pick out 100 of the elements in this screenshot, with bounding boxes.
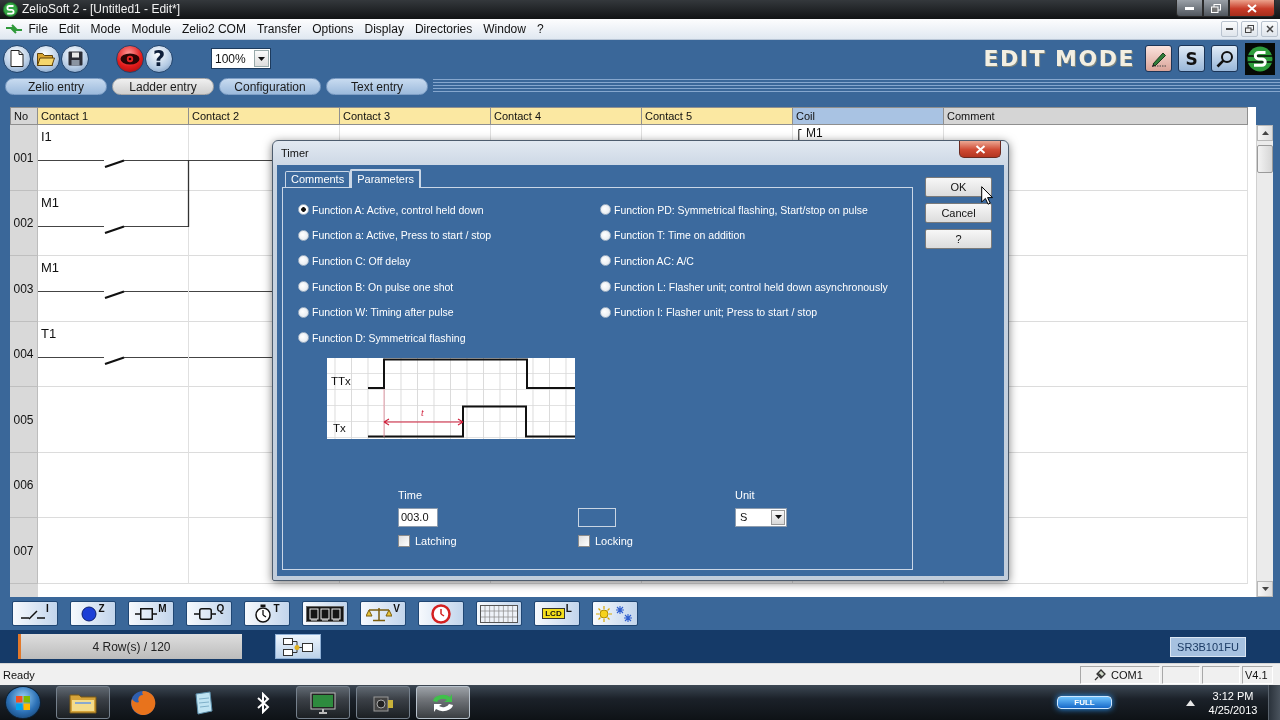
dialog-tab[interactable]: Comments [285,171,351,187]
radio-button[interactable] [600,204,611,216]
ladder-cell[interactable] [38,453,189,518]
module-button[interactable] [275,634,321,659]
row-number: 007 [13,543,34,558]
taskbar-app[interactable] [56,686,110,719]
entry-tab[interactable]: Ladder entry [112,78,214,95]
new-button[interactable] [3,44,31,73]
dialog-button[interactable]: OK [925,177,992,197]
scroll-up-button[interactable] [1257,125,1273,141]
arrow-up-icon [1261,131,1269,135]
checkbox-label: Locking [595,535,633,548]
close-icon [1247,3,1257,13]
field-label: Unit [735,488,756,503]
column-header: Contact 5 [642,107,793,125]
checkbox-label: Latching [415,535,457,548]
palette-button[interactable]: LCD L [534,601,580,626]
minimize-icon [1185,6,1194,10]
radio-button[interactable] [600,306,611,318]
dialog-tab[interactable]: Parameters [350,169,422,188]
palette-button[interactable]: I [12,601,58,626]
ladder-cell[interactable] [38,518,189,584]
dialog-button[interactable]: ? [925,229,992,249]
row-number: 006 [13,478,34,492]
dialog-button[interactable]: Cancel [925,203,992,223]
plug-icon [1093,667,1107,682]
palette-button[interactable] [476,601,522,626]
palette-button[interactable]: Q [186,601,232,626]
monitor-button[interactable] [116,44,144,73]
entry-tab[interactable]: Text entry [326,78,428,95]
menu-item[interactable]: Mode [85,19,127,39]
contact-label: M1 [41,260,60,275]
radio-button[interactable] [298,255,309,267]
palette-button[interactable]: T [244,601,290,626]
logo-icon [1245,42,1275,75]
menu-item[interactable]: Window [477,19,532,39]
option-label: Function W: Timing after pulse [312,306,454,319]
zoom-dropdown[interactable]: 100% [211,48,271,69]
menu-item[interactable]: File [23,19,54,39]
entry-tab[interactable]: Configuration [219,78,321,95]
column-header: Contact 4 [491,107,642,125]
balance-scale-icon [366,605,393,622]
minimize-button[interactable] [1176,0,1203,17]
radio-button[interactable] [298,332,309,344]
radio-button[interactable] [600,255,611,267]
menu-item[interactable]: Module [126,19,177,39]
menu-item[interactable]: Display [359,19,410,39]
radio-button[interactable] [600,229,611,241]
menu-item[interactable]: Options [306,19,360,39]
scroll-down-button[interactable] [1257,581,1273,597]
taskbar-app[interactable] [356,686,410,719]
radio-button[interactable] [298,204,309,216]
palette-button[interactable]: V [360,601,406,626]
radio-button[interactable] [298,306,309,318]
network-icon [283,636,313,657]
start-button[interactable] [5,686,41,719]
clock-date: 4/25/2013 [1208,702,1258,717]
palette-button[interactable]: Z [70,601,116,626]
restore-icon [1245,25,1254,33]
restore-button[interactable] [1241,21,1258,37]
radio-button[interactable] [298,229,309,241]
taskbar-app[interactable] [416,686,470,719]
status-panel [1202,665,1240,684]
option-label: Function PD: Symmetrical flashing, Start/stop on pulse [614,203,868,216]
save-button[interactable] [61,44,89,73]
palette-button[interactable] [418,601,464,626]
entry-tab[interactable]: Zelio entry [5,78,107,95]
caret-down-icon [258,56,265,61]
caret-up-icon[interactable] [1186,699,1195,706]
unit-dropdown[interactable]: S [735,507,787,527]
menu-item[interactable]: Directories [409,19,478,39]
row-number: 003 [13,281,34,296]
checkbox[interactable] [398,535,410,548]
time-field[interactable]: 003.0 [398,507,438,527]
radio-button[interactable] [600,281,611,293]
coil-label: M1 [806,126,823,140]
open-button[interactable] [32,44,60,73]
radio-button[interactable] [298,281,309,293]
row-number: 005 [13,412,34,427]
close-button[interactable] [959,141,1001,158]
menu-item[interactable]: ? [531,19,550,39]
palette-button[interactable]: M [128,601,174,626]
palette-button[interactable] [592,601,638,626]
close-button[interactable] [1229,0,1275,17]
menu-item[interactable]: Edit [53,19,86,39]
arrows-icon [5,23,23,35]
stopwatch-icon [254,604,273,623]
scrollbar-thumb[interactable] [1257,145,1273,173]
palette-button[interactable] [302,601,348,626]
close-icon [1265,25,1274,33]
search-button[interactable] [1211,45,1238,72]
menu-item[interactable]: Transfer [251,19,307,39]
simulation-button[interactable]: S [1178,45,1205,72]
help-button[interactable]: ? [145,44,173,73]
edit-mode-button[interactable] [1145,45,1172,72]
ladder-cell[interactable] [38,387,189,453]
menu-item[interactable]: Zelio2 COM [176,19,252,39]
maximize-button[interactable] [1203,0,1229,17]
port-label: COM1 [1111,668,1143,681]
checkbox[interactable] [578,535,590,548]
